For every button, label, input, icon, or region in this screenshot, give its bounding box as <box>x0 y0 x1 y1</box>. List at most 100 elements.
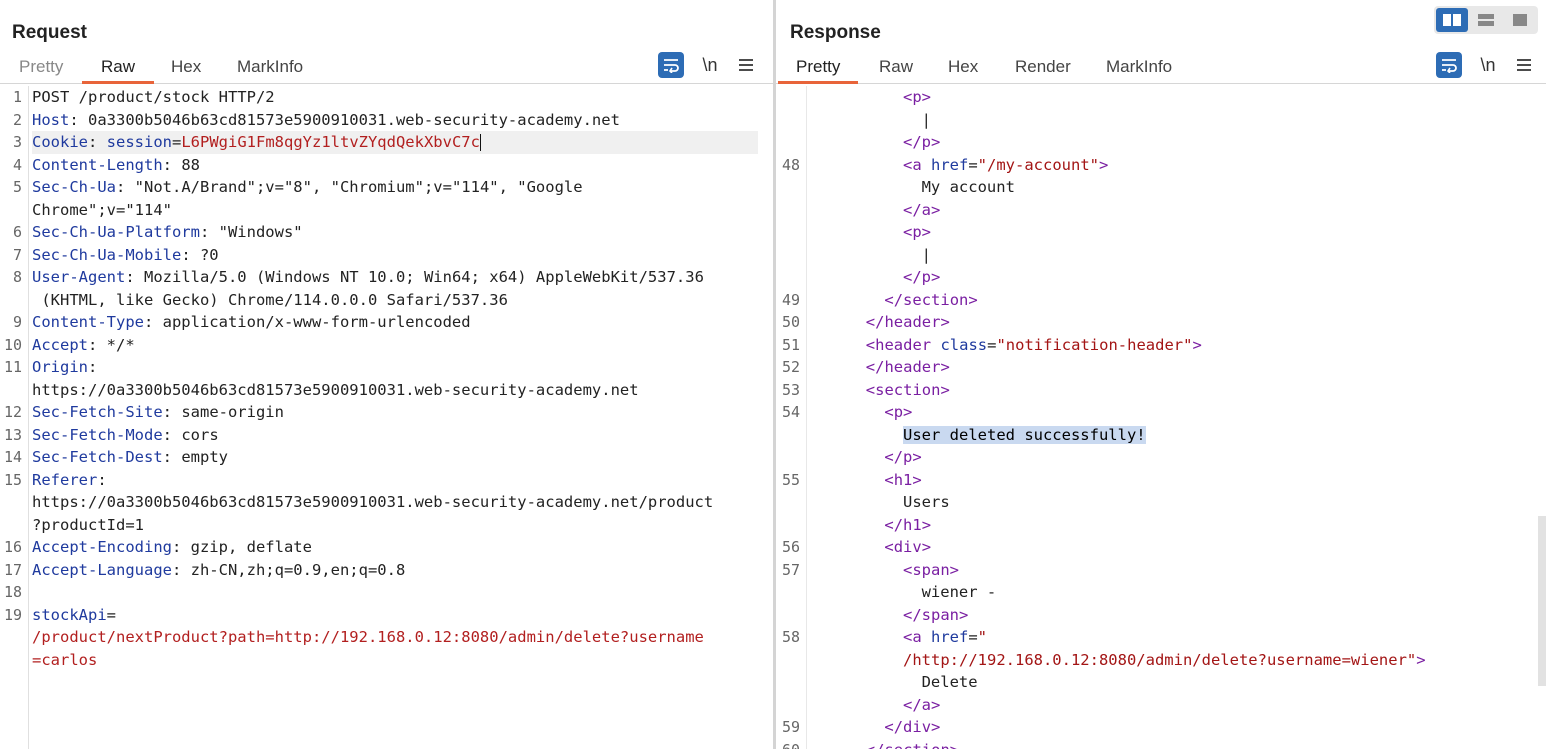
code-line[interactable]: 3 Cookie: session=L6PWgiG1Fm8qgYz1ltvZYqd… <box>13 131 758 154</box>
single-pane-icon[interactable] <box>1504 8 1536 32</box>
code-text: </a> <box>903 199 940 222</box>
code-line[interactable]: wiener - <box>776 581 1546 604</box>
code-token: <section> <box>865 380 950 399</box>
tab-raw[interactable]: Raw <box>82 56 155 84</box>
code-line[interactable]: 18 <box>0 581 773 604</box>
line-number: 48 <box>781 155 800 174</box>
hamburger-menu-icon[interactable] <box>1511 52 1537 78</box>
code-line[interactable]: </p> <box>776 446 1546 469</box>
code-line[interactable]: </h1> <box>776 514 1546 537</box>
tab-pretty[interactable]: Pretty <box>778 56 859 84</box>
code-line[interactable]: 10 Accept: */* <box>0 334 773 357</box>
code-line[interactable]: 50 </header> <box>776 311 1546 334</box>
code-line[interactable]: =carlos <box>0 649 773 672</box>
line-number: 51 <box>781 335 800 354</box>
code-line[interactable]: </span> <box>776 604 1546 627</box>
code-line[interactable]: 19 stockApi= <box>0 604 773 627</box>
code-token: > <box>1416 650 1426 669</box>
tab-render[interactable]: Render <box>1015 56 1071 81</box>
code-line[interactable]: | <box>776 244 1546 267</box>
code-line[interactable]: 55 <h1> <box>776 469 1546 492</box>
code-line[interactable]: 59 </div> <box>776 716 1546 739</box>
newline-toggle[interactable]: \n <box>697 52 723 78</box>
code-line[interactable]: My account <box>776 176 1546 199</box>
code-token: Host <box>32 110 70 129</box>
code-line[interactable]: https://0a3300b5046b63cd81573e5900910031… <box>0 379 773 402</box>
code-line[interactable]: Users <box>776 491 1546 514</box>
code-line[interactable]: 11 Origin: <box>0 356 773 379</box>
code-line[interactable]: 60 </section> <box>776 739 1546 749</box>
wrap-lines-icon[interactable] <box>1436 52 1462 78</box>
tab-hex[interactable]: Hex <box>171 56 201 81</box>
code-line[interactable]: 52 </header> <box>776 356 1546 379</box>
code-line[interactable]: </a> <box>776 199 1546 222</box>
code-line[interactable]: </a> <box>776 694 1546 717</box>
code-line[interactable]: 7 Sec-Ch-Ua-Mobile: ?0 <box>0 244 773 267</box>
code-text: </header> <box>866 311 950 334</box>
code-line[interactable]: 57 <span> <box>776 559 1546 582</box>
code-token: <span> <box>903 560 959 579</box>
code-text: Cookie: session=L6PWgiG1Fm8qgYz1ltvZYqdQ… <box>32 131 481 154</box>
newline-toggle[interactable]: \n <box>1475 52 1501 78</box>
code-line[interactable]: 5 Sec-Ch-Ua: "Not.A/Brand";v="8", "Chromi… <box>0 176 773 199</box>
line-number: 53 <box>781 380 800 399</box>
code-token: = <box>968 628 978 646</box>
code-line[interactable]: 17 Accept-Language: zh-CN,zh;q=0.9,en;q=0… <box>0 559 773 582</box>
code-line[interactable]: /http://192.168.0.12:8080/admin/delete?u… <box>776 649 1546 672</box>
code-token: : application/x-www-form-urlencoded <box>143 313 471 331</box>
code-line[interactable]: 58 <a href=" <box>776 626 1546 649</box>
code-token: <div> <box>884 538 932 556</box>
code-line[interactable]: 56 <div> <box>776 536 1546 559</box>
code-token: <p> <box>903 223 931 241</box>
code-line[interactable]: <p> <box>776 221 1546 244</box>
line-number: 60 <box>776 739 800 749</box>
tab-markinfo[interactable]: MarkInfo <box>237 56 303 81</box>
code-line[interactable]: 51 <header class="notification-header"> <box>776 334 1546 357</box>
split-vertical-icon[interactable] <box>1470 8 1502 32</box>
code-line[interactable]: 14 Sec-Fetch-Dest: empty <box>0 446 773 469</box>
code-line[interactable]: Chrome";v="114" <box>0 199 773 222</box>
code-line[interactable]: 54 <p> <box>776 401 1546 424</box>
tab-markinfo[interactable]: MarkInfo <box>1106 56 1172 81</box>
code-token: Accept <box>32 335 88 354</box>
request-editor[interactable]: 1 POST /product/stock HTTP/2 2 Host: 0a3300… <box>0 86 773 749</box>
code-line[interactable]: https://0a3300b5046b63cd81573e5900910031… <box>0 491 773 514</box>
code-line[interactable]: 8 User-Agent: Mozilla/5.0 (Windows NT 10.… <box>0 266 773 289</box>
code-line[interactable]: (KHTML, like Gecko) Chrome/114.0.0.0 Saf… <box>0 289 773 312</box>
code-line[interactable]: 1 POST /product/stock HTTP/2 <box>0 86 773 109</box>
response-editor[interactable]: <p> | </p> 48 <a href="/my-account"> My accou… <box>776 86 1546 749</box>
code-line[interactable]: 53 <section> <box>776 379 1546 402</box>
code-token: | <box>921 110 931 129</box>
line-number: 8 <box>12 268 22 286</box>
code-line[interactable]: 15 Referer: <box>0 469 773 492</box>
code-line[interactable]: 12 Sec-Fetch-Site: same-origin <box>0 401 773 424</box>
code-line[interactable]: | <box>776 109 1546 132</box>
code-line[interactable]: 2 Host: 0a3300b5046b63cd81573e5900910031.… <box>0 109 773 132</box>
code-line[interactable]: 6 Sec-Ch-Ua-Platform: "Windows" <box>0 221 773 244</box>
code-line[interactable]: /product/nextProduct?path=http://192.168… <box>0 626 773 649</box>
tab-raw[interactable]: Raw <box>879 56 913 81</box>
line-number: 9 <box>12 313 22 331</box>
line-number: 16 <box>3 538 22 556</box>
tab-hex[interactable]: Hex <box>948 56 978 81</box>
code-line[interactable]: 16 Accept-Encoding: gzip, deflate <box>0 536 773 559</box>
code-line[interactable]: <p> <box>776 86 1546 109</box>
code-line[interactable]: ?productId=1 <box>0 514 773 537</box>
code-line[interactable]: 13 Sec-Fetch-Mode: cors <box>0 424 773 447</box>
code-token: Sec-Fetch-Mode <box>32 425 163 444</box>
code-line[interactable]: 4 Content-Length: 88 <box>0 154 773 177</box>
code-line[interactable]: 49 </section> <box>776 289 1546 312</box>
code-token: </div> <box>884 718 941 736</box>
code-line[interactable]: User deleted successfully! <box>776 424 1546 447</box>
code-line[interactable]: </p> <box>776 266 1546 289</box>
code-line[interactable]: 48 <a href="/my-account"> <box>776 154 1546 177</box>
split-horizontal-icon[interactable] <box>1436 8 1468 32</box>
code-line[interactable]: </p> <box>776 131 1546 154</box>
wrap-lines-icon[interactable] <box>658 52 684 78</box>
code-line[interactable]: Delete <box>776 671 1546 694</box>
hamburger-menu-icon[interactable] <box>733 52 759 78</box>
code-token: Sec-Ch-Ua <box>32 178 116 196</box>
vertical-scrollbar[interactable] <box>1538 516 1546 686</box>
code-line[interactable]: 9 Content-Type: application/x-www-form-ur… <box>0 311 773 334</box>
tab-pretty[interactable]: Pretty <box>19 56 63 81</box>
